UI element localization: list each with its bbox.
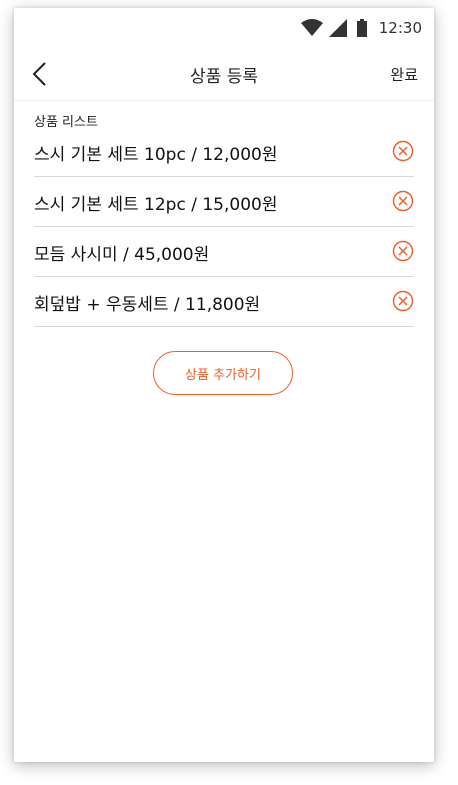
cell-signal-icon (328, 19, 347, 37)
done-button[interactable]: 완료 (390, 64, 418, 85)
list-item: 스시 기본 세트 10pc / 12,000원 (34, 128, 414, 177)
phone-screen: 12:30 상품 등록 완료 상품 리스트 스시 기본 세트 10pc / 12… (14, 8, 434, 762)
product-list: 스시 기본 세트 10pc / 12,000원 스시 기본 세트 12pc / … (34, 128, 414, 328)
product-name: 모듬 사시미 / 45,000원 (34, 245, 210, 265)
circle-x-icon (392, 140, 414, 162)
battery-icon (356, 19, 367, 37)
add-product-button[interactable]: 상품 추가하기 (153, 351, 293, 395)
wifi-icon (300, 19, 323, 37)
circle-x-icon (392, 290, 414, 312)
circle-x-icon (392, 240, 414, 262)
app-bar: 상품 등록 완료 (14, 48, 434, 101)
add-product-label: 상품 추가하기 (185, 367, 261, 383)
product-name: 스시 기본 세트 12pc / 15,000원 (34, 195, 278, 215)
product-name: 스시 기본 세트 10pc / 12,000원 (34, 145, 278, 165)
product-name: 회덮밥 + 우동세트 / 11,800원 (34, 295, 261, 315)
list-item: 모듬 사시미 / 45,000원 (34, 228, 414, 277)
status-bar: 12:30 (14, 8, 434, 48)
remove-button[interactable] (392, 290, 414, 312)
list-item: 스시 기본 세트 12pc / 15,000원 (34, 178, 414, 227)
list-item: 회덮밥 + 우동세트 / 11,800원 (34, 278, 414, 327)
remove-button[interactable] (392, 190, 414, 212)
circle-x-icon (392, 190, 414, 212)
remove-button[interactable] (392, 240, 414, 262)
remove-button[interactable] (392, 140, 414, 162)
page-title: 상품 등록 (190, 67, 258, 87)
status-time: 12:30 (378, 19, 422, 37)
